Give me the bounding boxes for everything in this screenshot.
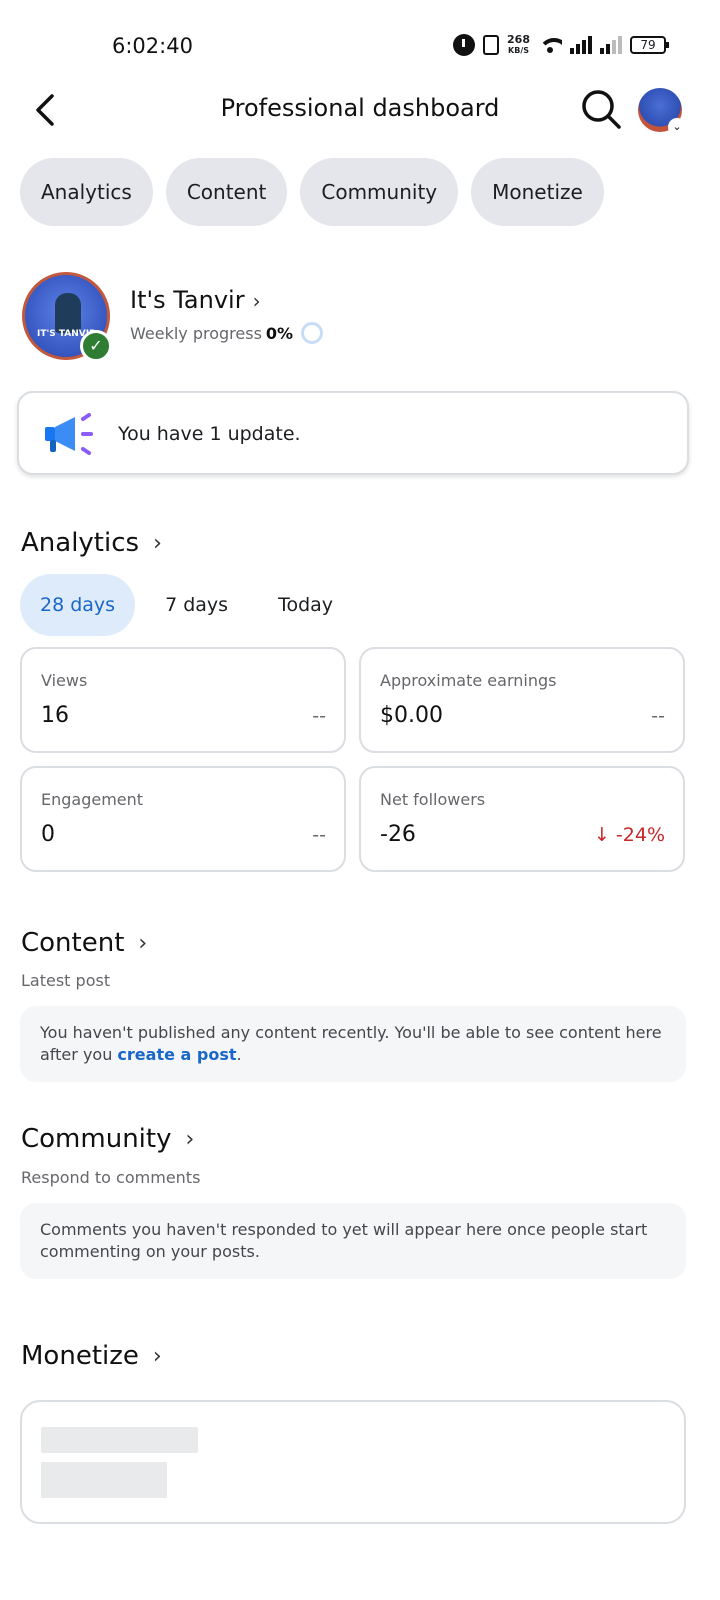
updates-card[interactable]: You have 1 update. [17, 391, 689, 475]
weekly-progress: Weekly progress 0% [130, 322, 324, 344]
chip-monetize[interactable]: Monetize [471, 158, 604, 226]
skeleton-line [41, 1427, 198, 1453]
battery-icon: 79 [630, 36, 669, 54]
weekly-progress-value: 0% [265, 323, 294, 343]
content-info-box: You haven't published any content recent… [20, 1006, 686, 1082]
network-speed: 268 KB/S [507, 32, 530, 56]
chevron-right-icon: › [138, 930, 148, 956]
content-subtitle: Latest post [21, 971, 111, 990]
vibrate-icon [483, 35, 500, 55]
alarm-icon [453, 34, 476, 56]
skeleton-line [41, 1462, 167, 1498]
community-title: Community [21, 1124, 172, 1154]
profile-name-link[interactable]: It's Tanvir › [130, 286, 261, 314]
analytics-heading[interactable]: Analytics › [21, 528, 162, 558]
stat-value: 16 [41, 703, 69, 728]
chevron-down-icon: ⌄ [668, 118, 686, 136]
stat-label: Approximate earnings [380, 671, 557, 690]
stat-card-net-followers[interactable]: Net followers -26 ↓ -24% [359, 766, 685, 872]
create-post-link[interactable]: create a post [117, 1045, 236, 1064]
monetize-heading[interactable]: Monetize › [21, 1341, 162, 1371]
community-info-text: Comments you haven't responded to yet wi… [40, 1220, 648, 1261]
stat-value: $0.00 [380, 703, 443, 728]
content-heading[interactable]: Content › [21, 928, 147, 958]
stat-value: 0 [41, 822, 55, 847]
chevron-right-icon: › [185, 1126, 195, 1152]
date-range-tabs: 28 days 7 days Today [20, 574, 353, 636]
tab-7-days[interactable]: 7 days [145, 574, 248, 636]
chevron-right-icon: › [252, 289, 261, 313]
stat-label: Engagement [41, 790, 144, 809]
tab-today[interactable]: Today [258, 574, 353, 636]
app-header: Professional dashboard ⌄ [0, 76, 720, 146]
signal-icon [570, 36, 592, 54]
stat-card-earnings[interactable]: Approximate earnings $0.00 -- [359, 647, 685, 753]
monetize-title: Monetize [21, 1341, 139, 1371]
tab-28-days[interactable]: 28 days [20, 574, 136, 636]
profile-photo-person [55, 293, 81, 333]
network-speed-unit: KB/S [508, 45, 529, 55]
stat-change: -- [312, 705, 326, 727]
stat-change: -- [312, 824, 326, 846]
search-icon[interactable] [580, 88, 622, 130]
stat-label: Views [41, 671, 88, 690]
verified-check-icon: ✓ [80, 330, 112, 362]
account-switcher-avatar[interactable]: ⌄ [638, 88, 686, 136]
community-subtitle: Respond to comments [21, 1168, 201, 1187]
community-heading[interactable]: Community › [21, 1124, 194, 1154]
stat-value: -26 [380, 822, 416, 847]
profile-summary: IT'S TANVIR ✓ It's Tanvir › Weekly progre… [22, 272, 702, 364]
megaphone-icon [45, 413, 93, 455]
stat-card-engagement[interactable]: Engagement 0 -- [20, 766, 346, 872]
chevron-right-icon: › [153, 530, 162, 556]
status-icons: 268 KB/S 79 [453, 32, 669, 56]
chip-content[interactable]: Content [165, 158, 288, 226]
network-speed-value: 268 [507, 32, 530, 46]
content-info-end: . [236, 1045, 242, 1064]
analytics-title: Analytics [21, 528, 140, 558]
community-info-box: Comments you haven't responded to yet wi… [20, 1203, 686, 1279]
status-time: 6:02:40 [112, 34, 193, 58]
chevron-right-icon: › [152, 1343, 162, 1369]
wifi-icon [538, 36, 562, 54]
signal-2-icon [600, 36, 622, 54]
stat-change-negative: ↓ -24% [593, 824, 665, 846]
chip-analytics[interactable]: Analytics [20, 158, 153, 226]
profile-name: It's Tanvir [130, 286, 245, 314]
content-title: Content [21, 928, 125, 958]
update-text: You have 1 update. [118, 423, 301, 445]
stat-change: -- [651, 705, 665, 727]
weekly-progress-label: Weekly progress [130, 323, 262, 343]
section-chips: Analytics Content Community Monetize [20, 158, 604, 226]
monetize-loading-card [20, 1400, 686, 1524]
stat-card-views[interactable]: Views 16 -- [20, 647, 346, 753]
progress-ring-icon [301, 322, 324, 344]
chip-community[interactable]: Community [300, 158, 459, 226]
stat-label: Net followers [380, 790, 486, 809]
